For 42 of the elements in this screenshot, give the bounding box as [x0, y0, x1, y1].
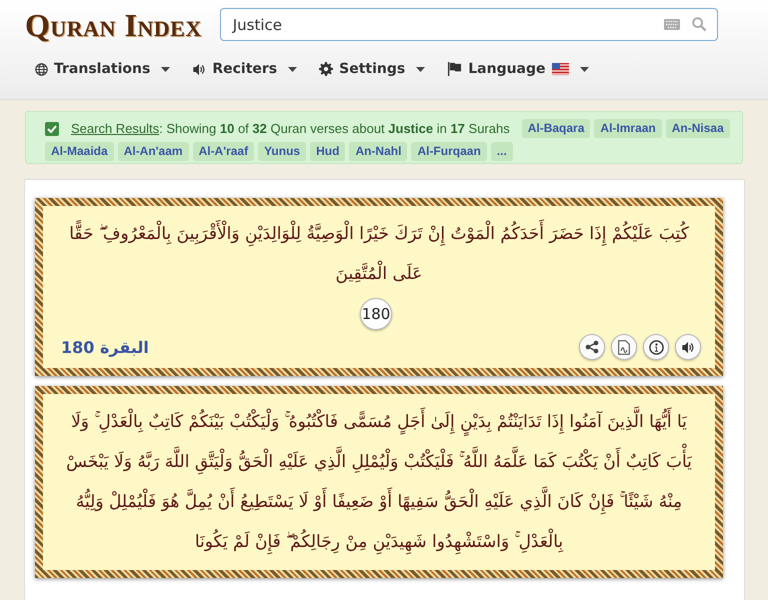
nav-menu[interactable]: Translations	[35, 61, 170, 77]
caret-icon	[288, 66, 298, 72]
surah-tag[interactable]: An-Nisaa	[666, 119, 730, 138]
verse-text: كُتِبَ عَلَيْكُمْ إِذَا حَضَرَ أَحَدَكُمُ الْمَوْتُ إِنْ تَرَكَ خَيْرًا الْوَصِيَّةُ لِلْوَالِدَيْنِ وَالْأَقْرَبِينَ بِالْمَعْرُوفِ ۖ حَقًّا عَلَى الْمُتَّقِينَ	[57, 210, 701, 298]
surah-tag[interactable]: Al-An'aam	[118, 142, 189, 161]
keyboard-icon	[664, 19, 680, 30]
surah-tag[interactable]: Al-Baqara	[522, 119, 590, 138]
surah-tag[interactable]: Hud	[310, 142, 346, 161]
document-icon	[618, 340, 630, 354]
site-logo[interactable]: Quran Index	[25, 8, 202, 40]
info-button[interactable]	[643, 334, 669, 360]
search-results-link[interactable]: Search Results	[71, 120, 160, 136]
nav-menu[interactable]: Language	[447, 61, 589, 77]
caret-icon	[161, 66, 170, 72]
verse-number: 180	[360, 298, 392, 330]
results-summary: Search Results: Showing 10 of 32 Quran verses about Justice in 17 Surahs	[71, 120, 510, 138]
pdf-button[interactable]	[611, 334, 637, 360]
speaker-icon	[192, 62, 206, 76]
share-icon	[585, 340, 599, 354]
surah-tag[interactable]: Al-Furqaan	[411, 142, 487, 161]
speaker-icon	[681, 340, 695, 354]
surah-tag[interactable]: ...	[490, 142, 513, 161]
audio-button[interactable]	[675, 334, 701, 360]
surah-tag[interactable]: Yunus	[258, 142, 306, 161]
nav-menu[interactable]: Settings	[319, 61, 426, 77]
caret-icon	[416, 66, 426, 72]
flag-icon	[552, 63, 569, 75]
caret-icon	[580, 66, 589, 72]
surah-tag[interactable]: An-Nahl	[349, 142, 408, 161]
share-button[interactable]	[579, 334, 605, 360]
search-field[interactable]: Justice	[220, 8, 718, 41]
verse-reference[interactable]: البقرة 180	[61, 338, 149, 356]
globe-icon	[35, 62, 48, 76]
flag-icon	[447, 62, 462, 76]
surah-tag[interactable]: Al-A'raaf	[192, 142, 254, 161]
verse-text: يَا أَيُّهَا الَّذِينَ آمَنُوا إِذَا تَدَايَنْتُمْ بِدَيْنٍ إِلَىٰ أَجَلٍ مُسَمًّى فَاكْتُبُوهُ ۚ وَلْيَكْتُبْ بَيْنَكُمْ كَاتِبٌ بِالْعَدْلِ ۚ وَلَا يَأْبَ كَاتِبٌ أَنْ يَكْتُبَ كَمَا عَلَّمَهُ اللَّهُ ۚ فَلْيَكْتُبْ وَلْيُمْلِلِ الَّذِي عَلَيْهِ الْحَقُّ وَلْيَتَّقِ اللَّهَ رَبَّهُ وَلَا يَبْخَسْ مِنْهُ شَيْئًا ۚ فَإِنْ كَانَ الَّذِي عَلَيْهِ الْحَقُّ سَفِيهًا أَوْ ضَعِيفًا أَوْ لَا يَسْتَطِيعُ أَنْ يُمِلَّ هُوَ فَلْيُمْلِلْ وَلِيُّهُ بِالْعَدْلِ ۚ وَاسْتَشْهِدُوا شَهِيدَيْنِ مِنْ رِجَالِكُمْ ۖ فَإِنْ لَمْ يَكُونَا	[57, 398, 701, 566]
checkbox[interactable]	[45, 122, 59, 136]
gear-icon	[319, 62, 334, 76]
surah-tag[interactable]: Al-Imraan	[594, 119, 662, 138]
nav-menu[interactable]: Reciters	[192, 61, 298, 77]
info-icon	[648, 340, 664, 354]
surah-tag[interactable]: Al-Maaida	[45, 142, 114, 161]
